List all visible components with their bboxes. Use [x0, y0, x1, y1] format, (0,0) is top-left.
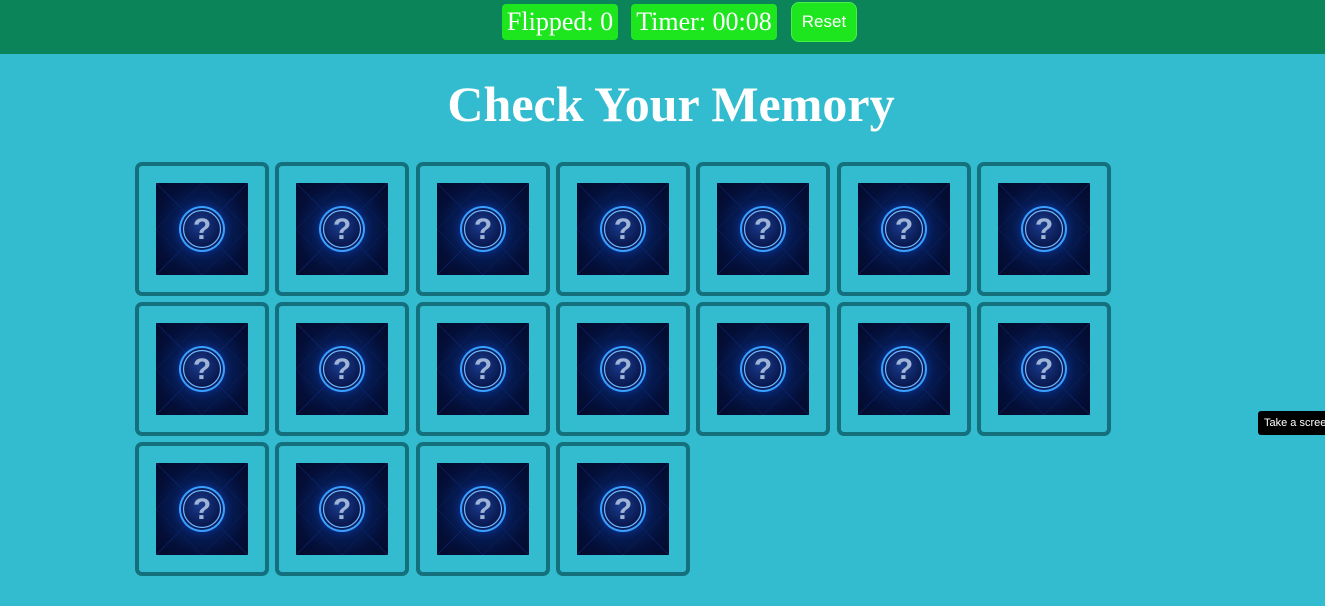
- top-bar: Flipped: 0 Timer: 00:08 Reset: [0, 0, 1325, 54]
- svg-text:?: ?: [895, 213, 913, 246]
- memory-card[interactable]: ?: [837, 162, 971, 296]
- memory-card[interactable]: ?: [135, 442, 269, 576]
- question-mark-icon: ?: [437, 183, 529, 275]
- memory-card[interactable]: ?: [275, 162, 409, 296]
- question-mark-icon: ?: [577, 183, 669, 275]
- svg-text:?: ?: [474, 353, 492, 386]
- question-mark-icon: ?: [998, 183, 1090, 275]
- question-mark-icon: ?: [717, 183, 809, 275]
- question-mark-icon: ?: [998, 323, 1090, 415]
- question-mark-icon: ?: [156, 183, 248, 275]
- question-mark-icon: ?: [296, 463, 388, 555]
- timer-display: Timer: 00:08: [631, 4, 777, 40]
- screenshot-tooltip: Take a screenshot: [1258, 411, 1325, 435]
- svg-text:?: ?: [895, 353, 913, 386]
- svg-text:?: ?: [1035, 353, 1053, 386]
- memory-card[interactable]: ?: [977, 162, 1111, 296]
- svg-text:?: ?: [333, 213, 351, 246]
- question-mark-icon: ?: [717, 323, 809, 415]
- memory-card[interactable]: ?: [556, 442, 690, 576]
- memory-card[interactable]: ?: [275, 302, 409, 436]
- question-mark-icon: ?: [156, 323, 248, 415]
- question-mark-icon: ?: [156, 463, 248, 555]
- memory-card[interactable]: ?: [556, 302, 690, 436]
- svg-text:?: ?: [193, 353, 211, 386]
- svg-text:?: ?: [333, 493, 351, 526]
- svg-text:?: ?: [1035, 213, 1053, 246]
- svg-text:?: ?: [333, 353, 351, 386]
- memory-card[interactable]: ?: [696, 302, 830, 436]
- memory-card[interactable]: ?: [416, 162, 550, 296]
- reset-button[interactable]: Reset: [791, 2, 857, 42]
- flipped-counter: Flipped: 0: [502, 4, 618, 40]
- memory-card[interactable]: ?: [275, 442, 409, 576]
- question-mark-icon: ?: [437, 323, 529, 415]
- question-mark-icon: ?: [577, 463, 669, 555]
- question-mark-icon: ?: [858, 323, 950, 415]
- svg-text:?: ?: [474, 213, 492, 246]
- question-mark-icon: ?: [577, 323, 669, 415]
- svg-text:?: ?: [614, 213, 632, 246]
- memory-card[interactable]: ?: [696, 162, 830, 296]
- question-mark-icon: ?: [437, 463, 529, 555]
- memory-card[interactable]: ?: [416, 302, 550, 436]
- page-title: Check Your Memory: [447, 76, 895, 132]
- memory-card[interactable]: ?: [135, 302, 269, 436]
- svg-text:?: ?: [754, 213, 772, 246]
- svg-text:?: ?: [474, 493, 492, 526]
- svg-text:?: ?: [614, 353, 632, 386]
- memory-card[interactable]: ?: [416, 442, 550, 576]
- question-mark-icon: ?: [296, 323, 388, 415]
- svg-text:?: ?: [193, 493, 211, 526]
- svg-text:?: ?: [193, 213, 211, 246]
- svg-text:?: ?: [754, 353, 772, 386]
- memory-card[interactable]: ?: [135, 162, 269, 296]
- question-mark-icon: ?: [858, 183, 950, 275]
- memory-card[interactable]: ?: [977, 302, 1111, 436]
- memory-card[interactable]: ?: [837, 302, 971, 436]
- memory-card[interactable]: ?: [556, 162, 690, 296]
- question-mark-icon: ?: [296, 183, 388, 275]
- svg-text:?: ?: [614, 493, 632, 526]
